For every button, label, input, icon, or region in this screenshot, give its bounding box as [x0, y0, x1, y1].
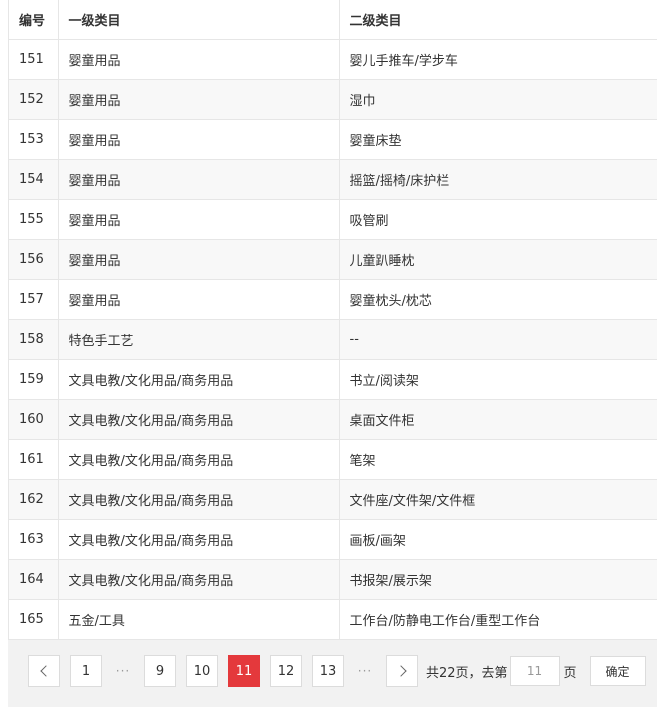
cell-id: 152	[9, 79, 58, 120]
cell-id: 163	[9, 519, 58, 560]
cell-level2: 书报架/展示架	[338, 559, 657, 600]
table-row: 162 文具电教/文化用品/商务用品 文件座/文件架/文件框	[9, 479, 657, 520]
cell-id: 165	[9, 599, 58, 640]
pagination: 1 ··· 9 10 11 12 13 ··· 共22页，去第 页 确定	[28, 655, 646, 687]
cell-level1: 婴童用品	[57, 119, 339, 160]
cell-level1: 文具电教/文化用品/商务用品	[57, 479, 339, 520]
cell-id: 158	[9, 319, 58, 360]
next-page-button[interactable]	[386, 655, 418, 687]
cell-level2: 儿童趴睡枕	[338, 239, 657, 280]
table-row: 158 特色手工艺 --	[9, 319, 657, 360]
category-table: 编号 一级类目 二级类目 151 婴童用品 婴儿手推车/学步车 152 婴童用品…	[9, 0, 657, 640]
cell-id: 154	[9, 159, 58, 200]
table-row: 153 婴童用品 婴童床垫	[9, 119, 657, 160]
page-button-10[interactable]: 10	[186, 655, 218, 687]
cell-level1: 婴童用品	[57, 159, 339, 200]
table-row: 152 婴童用品 湿巾	[9, 79, 657, 120]
table-row: 164 文具电教/文化用品/商务用品 书报架/展示架	[9, 559, 657, 600]
confirm-button[interactable]: 确定	[589, 656, 646, 686]
cell-id: 164	[9, 559, 58, 600]
cell-level2: 吸管刷	[338, 199, 657, 240]
header-level1: 一级类目	[57, 0, 339, 40]
header-level2: 二级类目	[338, 0, 657, 40]
chevron-left-icon	[39, 665, 52, 677]
goto-page-input[interactable]	[509, 656, 560, 686]
cell-id: 156	[9, 239, 58, 280]
table-row: 163 文具电教/文化用品/商务用品 画板/画架	[9, 519, 657, 560]
cell-level1: 五金/工具	[57, 599, 339, 640]
table-row: 157 婴童用品 婴童枕头/枕芯	[9, 279, 657, 320]
cell-id: 151	[9, 39, 58, 80]
cell-level1: 特色手工艺	[57, 319, 339, 360]
header-id: 编号	[9, 0, 58, 40]
cell-level2: 桌面文件柜	[338, 399, 657, 440]
cell-level2: 婴童枕头/枕芯	[338, 279, 657, 320]
page-button-13[interactable]: 13	[312, 655, 344, 687]
cell-level1: 婴童用品	[57, 239, 339, 280]
page-button-1[interactable]: 1	[70, 655, 102, 687]
page-button-current[interactable]: 11	[228, 655, 260, 687]
cell-level2: 笔架	[338, 439, 657, 480]
cell-level1: 文具电教/文化用品/商务用品	[57, 399, 339, 440]
cell-id: 153	[9, 119, 58, 160]
cell-level1: 文具电教/文化用品/商务用品	[57, 559, 339, 600]
table-row: 156 婴童用品 儿童趴睡枕	[9, 239, 657, 280]
prev-page-button[interactable]	[28, 655, 60, 687]
cell-level1: 婴童用品	[57, 279, 339, 320]
cell-id: 160	[9, 399, 58, 440]
cell-id: 159	[9, 359, 58, 400]
cell-level1: 文具电教/文化用品/商务用品	[57, 439, 339, 480]
pagination-ellipsis: ···	[357, 664, 373, 678]
cell-level2: 书立/阅读架	[338, 359, 657, 400]
cell-id: 155	[9, 199, 58, 240]
table-row: 154 婴童用品 摇篮/摇椅/床护栏	[9, 159, 657, 200]
pagination-bar: 1 ··· 9 10 11 12 13 ··· 共22页，去第 页 确定	[8, 640, 657, 707]
cell-level2: 摇篮/摇椅/床护栏	[338, 159, 657, 200]
cell-level1: 文具电教/文化用品/商务用品	[57, 359, 339, 400]
page-unit-label: 页	[563, 665, 577, 681]
category-table-panel: 编号 一级类目 二级类目 151 婴童用品 婴儿手推车/学步车 152 婴童用品…	[8, 0, 657, 707]
page-button-12[interactable]: 12	[270, 655, 302, 687]
table-row: 151 婴童用品 婴儿手推车/学步车	[9, 39, 657, 80]
cell-level1: 婴童用品	[57, 79, 339, 120]
cell-level2: 婴儿手推车/学步车	[338, 39, 657, 80]
cell-level1: 文具电教/文化用品/商务用品	[57, 519, 339, 560]
cell-level1: 婴童用品	[57, 39, 339, 80]
cell-level2: 画板/画架	[338, 519, 657, 560]
cell-id: 161	[9, 439, 58, 480]
cell-level2: --	[338, 319, 657, 360]
cell-id: 157	[9, 279, 58, 320]
pagination-ellipsis: ···	[115, 664, 131, 678]
table-row: 155 婴童用品 吸管刷	[9, 199, 657, 240]
page-button-9[interactable]: 9	[144, 655, 176, 687]
cell-level2: 湿巾	[338, 79, 657, 120]
cell-level1: 婴童用品	[57, 199, 339, 240]
table-row: 159 文具电教/文化用品/商务用品 书立/阅读架	[9, 359, 657, 400]
table-row: 165 五金/工具 工作台/防静电工作台/重型工作台	[9, 599, 657, 640]
table-header-row: 编号 一级类目 二级类目	[9, 0, 657, 40]
chevron-right-icon	[394, 665, 407, 677]
cell-id: 162	[9, 479, 58, 520]
total-pages-label: 共22页，去第	[426, 665, 508, 681]
cell-level2: 工作台/防静电工作台/重型工作台	[338, 599, 657, 640]
cell-level2: 文件座/文件架/文件框	[338, 479, 657, 520]
table-row: 161 文具电教/文化用品/商务用品 笔架	[9, 439, 657, 480]
table-row: 160 文具电教/文化用品/商务用品 桌面文件柜	[9, 399, 657, 440]
cell-level2: 婴童床垫	[338, 119, 657, 160]
